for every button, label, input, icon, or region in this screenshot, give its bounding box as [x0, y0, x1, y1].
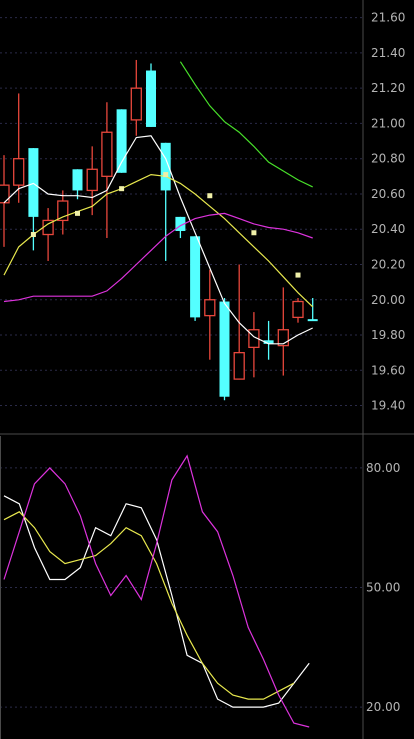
candle-body-up — [86, 168, 98, 192]
candle-body-up — [13, 158, 25, 186]
main-y-tick-label: 20.20 — [371, 257, 405, 271]
candle-body-down — [146, 70, 156, 127]
chart-canvas: 21.60 21.40 21.20 21.00 20.80 20.60 20.40 20.20… — [0, 0, 414, 739]
main-y-tick-label: 20.60 — [371, 187, 405, 201]
chart-background — [0, 0, 414, 739]
ma-marker — [207, 193, 213, 199]
candle-body-down — [219, 301, 230, 397]
candle-body-down — [28, 148, 39, 217]
main-y-tick-label: 19.40 — [371, 399, 405, 413]
main-y-tick-label: 20.40 — [371, 222, 405, 236]
main-y-tick-label: 21.00 — [371, 116, 405, 130]
candle-body-up — [101, 131, 113, 177]
indicator-y-tick-label: 80.00 — [366, 461, 400, 475]
candle-body-up — [204, 299, 216, 317]
main-y-tick-label: 21.20 — [371, 81, 405, 95]
main-y-tick-label: 20.80 — [371, 152, 405, 166]
ma-marker — [75, 210, 80, 216]
candle-body-down — [307, 319, 318, 322]
ma-marker — [119, 186, 125, 192]
ma-marker — [30, 232, 36, 238]
ma-marker — [251, 230, 257, 236]
indicator-y-tick-label: 50.00 — [366, 581, 400, 595]
main-y-tick-label: 21.40 — [371, 46, 405, 60]
main-y-tick-label: 19.80 — [371, 328, 405, 342]
ma-marker — [163, 172, 169, 178]
main-y-tick-label: 21.60 — [371, 11, 405, 25]
candle-body-up — [130, 87, 142, 121]
indicator-y-tick-label: 20.00 — [366, 700, 400, 714]
candle-body-up — [233, 352, 245, 380]
candle-body-down — [72, 169, 83, 191]
candle-body-down — [190, 236, 201, 318]
candle-body-up — [292, 300, 304, 319]
ma-marker — [295, 272, 301, 278]
main-y-tick-label: 20.00 — [371, 293, 405, 307]
candle-body-up — [0, 184, 10, 204]
main-y-tick-label: 19.60 — [371, 363, 405, 377]
